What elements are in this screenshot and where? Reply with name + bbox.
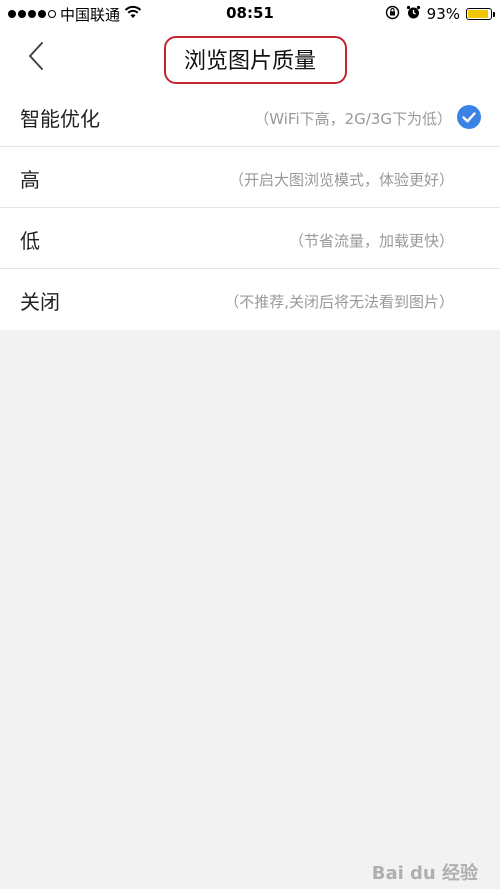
option-high[interactable]: 高 （开启大图浏览模式，体验更好）: [0, 147, 500, 208]
battery-fill: [468, 10, 489, 18]
option-label: 低: [20, 229, 40, 253]
option-description: （不推荐,关闭后将无法看到图片）: [224, 293, 454, 311]
image-quality-options: 智能优化 （WiFi下高，2G/3G下为低） 高 （开启大图浏览模式，体验更好）…: [0, 86, 500, 330]
status-bar: 中国联通 08:51 93%: [0, 0, 500, 28]
status-bar-right: 93%: [385, 4, 495, 24]
checkmark-icon: [457, 105, 481, 129]
option-label: 智能优化: [20, 107, 100, 131]
nav-bar: 浏览图片质量: [0, 28, 500, 86]
option-description: （节省流量，加载更快）: [288, 232, 454, 250]
alarm-icon: [406, 5, 421, 24]
option-label: 高: [20, 168, 40, 192]
baidu-jingyan-watermark: Bai du 经验: [371, 863, 478, 884]
option-description: （WiFi下高，2G/3G下为低）: [254, 110, 452, 128]
orientation-lock-icon: [385, 5, 400, 24]
page-title: 浏览图片质量: [183, 49, 316, 74]
option-label: 关闭: [20, 290, 60, 314]
option-off[interactable]: 关闭 （不推荐,关闭后将无法看到图片）: [0, 269, 500, 330]
option-low[interactable]: 低 （节省流量，加载更快）: [0, 208, 500, 269]
option-smart-optimize[interactable]: 智能优化 （WiFi下高，2G/3G下为低）: [0, 86, 500, 147]
battery-percent: 93%: [426, 5, 460, 23]
battery-icon: [466, 8, 495, 20]
option-description: （开启大图浏览模式，体验更好）: [228, 171, 454, 189]
